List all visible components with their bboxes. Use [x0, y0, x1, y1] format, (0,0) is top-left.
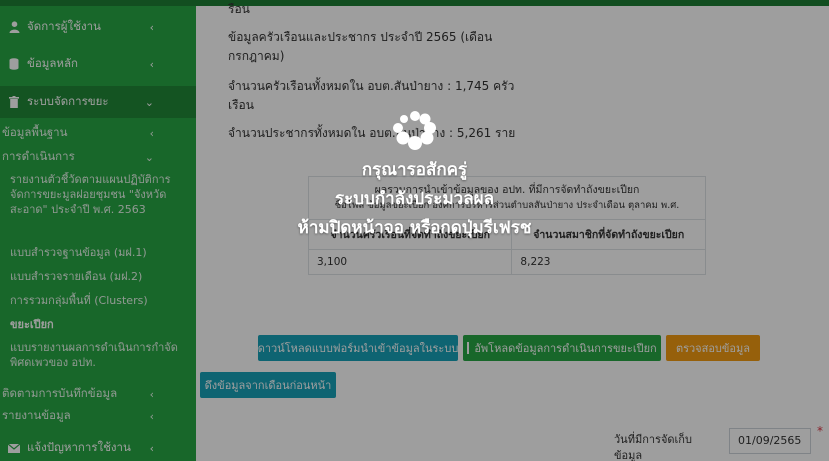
loading-message-warning: ห้ามปิดหน้าจอ หรือกดปุ่มรีเฟรช — [297, 218, 532, 238]
loading-spinner: กรุณารอสักครู่ ระบบกำลังประมวลผล ห้ามปิด… — [0, 0, 829, 461]
loading-message-processing: ระบบกำลังประมวลผล — [334, 189, 494, 209]
app-root: { "sidebar": { "items": [ {"label": "จัด… — [0, 0, 829, 461]
loading-message-wait: กรุณารอสักครู่ — [361, 160, 468, 180]
